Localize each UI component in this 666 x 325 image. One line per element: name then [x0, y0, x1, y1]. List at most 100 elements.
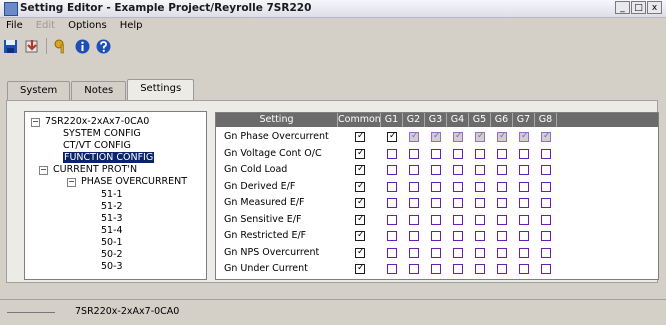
group-checkbox[interactable]: ✓: [387, 131, 397, 142]
common-checkbox[interactable]: ✓: [355, 131, 365, 142]
group-checkbox[interactable]: [541, 231, 551, 241]
group-checkbox[interactable]: [541, 198, 551, 208]
tree-node[interactable]: 51-3: [101, 213, 123, 224]
group-checkbox[interactable]: [475, 198, 485, 208]
help-icon[interactable]: [95, 38, 112, 55]
group-checkbox[interactable]: [519, 247, 529, 258]
group-checkbox[interactable]: [453, 181, 463, 192]
group-checkbox[interactable]: [431, 198, 441, 208]
group-checkbox[interactable]: [409, 198, 419, 208]
group-checkbox[interactable]: [387, 214, 397, 225]
group-checkbox[interactable]: [453, 264, 463, 274]
menu-file[interactable]: File: [0, 18, 30, 34]
group-checkbox[interactable]: [497, 264, 507, 274]
group-checkbox[interactable]: [519, 181, 529, 192]
group-checkbox[interactable]: ✓: [519, 131, 529, 142]
group-checkbox[interactable]: ✓: [497, 131, 507, 142]
group-checkbox[interactable]: [409, 165, 419, 175]
group-checkbox[interactable]: [431, 148, 441, 159]
group-checkbox[interactable]: [387, 165, 397, 175]
menu-options[interactable]: Options: [62, 18, 114, 34]
download-icon[interactable]: [23, 38, 40, 55]
group-checkbox[interactable]: [431, 214, 441, 225]
common-checkbox[interactable]: ✓: [355, 181, 365, 192]
tab-notes[interactable]: Notes: [71, 81, 127, 100]
group-checkbox[interactable]: [453, 247, 463, 258]
group-checkbox[interactable]: [497, 214, 507, 225]
group-checkbox[interactable]: [475, 247, 485, 258]
common-checkbox[interactable]: ✓: [355, 197, 365, 208]
group-checkbox[interactable]: [387, 247, 397, 258]
tree-node[interactable]: 51-1: [101, 189, 123, 200]
group-checkbox[interactable]: [541, 165, 551, 175]
group-checkbox[interactable]: [519, 231, 529, 241]
tree-node[interactable]: CURRENT PROT'N: [53, 164, 137, 175]
tree-node[interactable]: 51-2: [101, 201, 123, 212]
group-checkbox[interactable]: [387, 231, 397, 241]
key-icon[interactable]: [53, 38, 70, 55]
menu-help[interactable]: Help: [114, 18, 150, 34]
info-icon[interactable]: [74, 38, 91, 55]
common-checkbox[interactable]: ✓: [355, 247, 365, 258]
tree-collapse-toggle[interactable]: −: [31, 118, 40, 127]
minimize-button[interactable]: _: [615, 1, 630, 14]
group-checkbox[interactable]: [497, 148, 507, 159]
group-checkbox[interactable]: [475, 181, 485, 192]
group-checkbox[interactable]: ✓: [453, 131, 463, 142]
group-checkbox[interactable]: [409, 214, 419, 225]
close-button[interactable]: x: [647, 1, 662, 14]
group-checkbox[interactable]: [387, 264, 397, 274]
group-checkbox[interactable]: [497, 165, 507, 175]
group-checkbox[interactable]: [519, 214, 529, 225]
group-checkbox[interactable]: [541, 148, 551, 159]
group-checkbox[interactable]: [431, 231, 441, 241]
group-checkbox[interactable]: [453, 165, 463, 175]
tree-node[interactable]: 51-4: [101, 225, 123, 236]
tree-collapse-toggle[interactable]: −: [67, 178, 76, 187]
save-icon[interactable]: [2, 38, 19, 55]
group-checkbox[interactable]: [497, 231, 507, 241]
tree-node[interactable]: 7SR220x-2xAx7-0CA0: [45, 116, 149, 127]
group-checkbox[interactable]: [519, 165, 529, 175]
group-checkbox[interactable]: [519, 264, 529, 274]
group-checkbox[interactable]: [497, 198, 507, 208]
group-checkbox[interactable]: ✓: [409, 131, 419, 142]
group-checkbox[interactable]: [431, 165, 441, 175]
group-checkbox[interactable]: ✓: [475, 131, 485, 142]
group-checkbox[interactable]: [431, 264, 441, 274]
group-checkbox[interactable]: [519, 198, 529, 208]
common-checkbox[interactable]: ✓: [355, 214, 365, 225]
group-checkbox[interactable]: ✓: [541, 131, 551, 142]
settings-tree[interactable]: −7SR220x-2xAx7-0CA0 SYSTEM CONFIG CT/VT CO…: [24, 111, 207, 280]
group-checkbox[interactable]: [475, 231, 485, 241]
group-checkbox[interactable]: [387, 148, 397, 159]
tree-node[interactable]: PHASE OVERCURRENT: [81, 176, 187, 187]
group-checkbox[interactable]: [541, 214, 551, 225]
group-checkbox[interactable]: [453, 198, 463, 208]
common-checkbox[interactable]: ✓: [355, 263, 365, 274]
group-checkbox[interactable]: [475, 148, 485, 159]
maximize-button[interactable]: □: [631, 1, 646, 14]
tree-node[interactable]: SYSTEM CONFIG: [63, 128, 141, 139]
group-checkbox[interactable]: [453, 148, 463, 159]
group-checkbox[interactable]: [409, 247, 419, 258]
tree-collapse-toggle[interactable]: −: [39, 166, 48, 175]
group-checkbox[interactable]: [431, 247, 441, 258]
group-checkbox[interactable]: [409, 231, 419, 241]
group-checkbox[interactable]: [497, 247, 507, 258]
tree-node[interactable]: 50-1: [101, 237, 123, 248]
group-checkbox[interactable]: [541, 247, 551, 258]
group-checkbox[interactable]: [519, 148, 529, 159]
group-checkbox[interactable]: [453, 231, 463, 241]
menu-edit[interactable]: Edit: [30, 18, 62, 34]
group-checkbox[interactable]: [409, 264, 419, 274]
tree-node[interactable]: 50-2: [101, 249, 123, 260]
tab-settings[interactable]: Settings: [127, 79, 195, 100]
group-checkbox[interactable]: [431, 181, 441, 192]
group-checkbox[interactable]: [541, 264, 551, 274]
group-checkbox[interactable]: ✓: [431, 131, 441, 142]
group-checkbox[interactable]: [387, 198, 397, 208]
group-checkbox[interactable]: [541, 181, 551, 192]
group-checkbox[interactable]: [475, 165, 485, 175]
group-checkbox[interactable]: [453, 214, 463, 225]
